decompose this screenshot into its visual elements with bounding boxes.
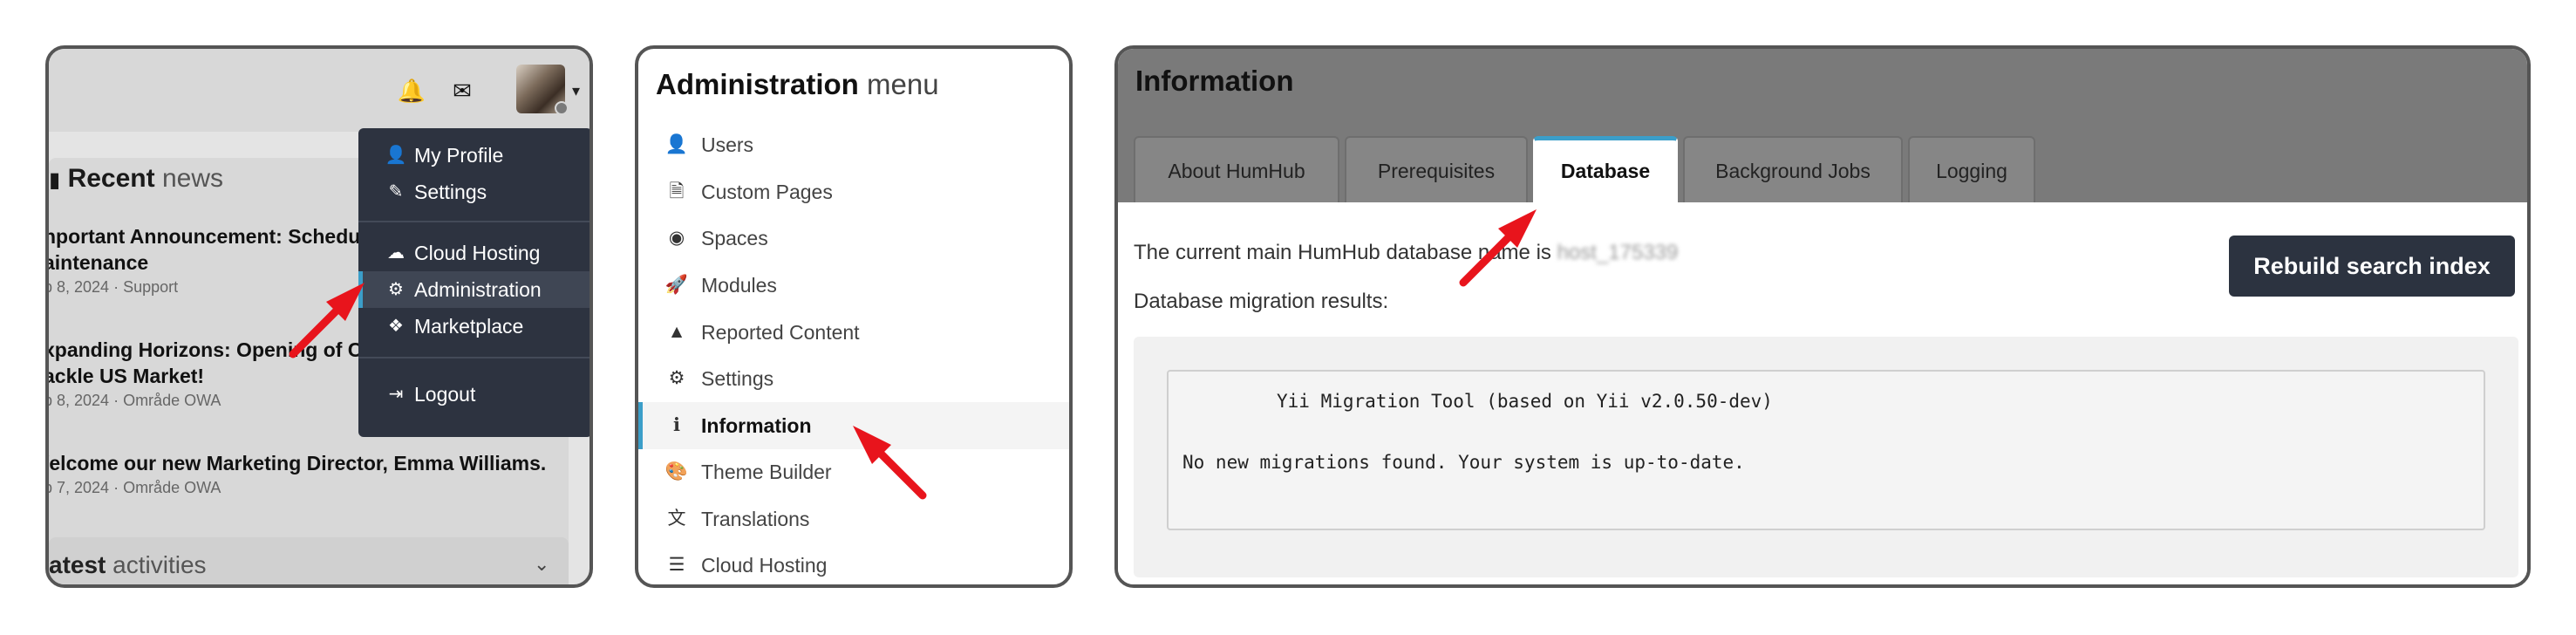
menu-item-administration[interactable]: ⚙ Administration [358, 271, 589, 308]
menu-divider [358, 221, 589, 222]
top-navbar: 🔔 ✉ ▾ [49, 49, 589, 132]
user-icon: 👤 [664, 134, 689, 154]
activities-title: atest activities [49, 551, 207, 578]
console-line: No new migrations found. Your system is … [1182, 452, 1745, 473]
caret-down-icon[interactable]: ▾ [572, 82, 580, 100]
migration-output: Yii Migration Tool (based on Yii v2.0.50… [1167, 370, 2485, 530]
cogs-icon: ⚙ [668, 368, 685, 388]
status-dot [555, 101, 569, 115]
bell-icon[interactable]: 🔔 [394, 73, 429, 108]
admin-menu-title: Administration menu [656, 68, 939, 100]
tab-prerequisites[interactable]: Prerequisites [1345, 136, 1528, 202]
user-icon: 👤 [385, 146, 407, 165]
dot-circle-icon: ◉ [668, 228, 685, 248]
server-icon: ☰ [668, 555, 685, 575]
database-name-value: host_175339 [1557, 241, 1679, 264]
admin-menu-panel: Administration menu 👤 Users 🗎 Custom Pag… [635, 45, 1073, 588]
menu-item-my-profile[interactable]: 👤 My Profile [358, 137, 589, 174]
warning-icon: ▲ [667, 322, 686, 342]
tab-database[interactable]: Database [1533, 136, 1678, 202]
cogs-icon: ⚙ [388, 280, 404, 299]
admin-menu-item-users[interactable]: 👤 Users [638, 121, 1069, 168]
dashboard-panel: 🔔 ✉ ▾ ▮ Recent news nportant Announcemen… [45, 45, 593, 588]
cubes-icon: ❖ [388, 317, 404, 336]
tab-about-humhub[interactable]: About HumHub [1134, 136, 1339, 202]
admin-menu-item-cloud-hosting[interactable]: ☰ Cloud Hosting [638, 542, 1069, 584]
envelope-icon[interactable]: ✉ [445, 73, 480, 108]
page-title: Information [1135, 65, 1294, 97]
migration-results-label: Database migration results: [1134, 290, 1389, 313]
admin-menu-item-translations[interactable]: 文 Translations [638, 495, 1069, 543]
language-icon: 文 [667, 509, 686, 529]
admin-menu-item-theme-builder[interactable]: 🎨 Theme Builder [638, 448, 1069, 495]
tab-logging[interactable]: Logging [1908, 136, 2035, 202]
menu-item-settings[interactable]: ✎ Settings [358, 174, 589, 210]
information-panel: Information About HumHub Prerequisites D… [1114, 45, 2531, 588]
admin-menu-item-settings[interactable]: ⚙ Settings [638, 355, 1069, 402]
file-icon: 🗎 [669, 181, 685, 201]
admin-menu-item-custom-pages[interactable]: 🗎 Custom Pages [638, 168, 1069, 215]
menu-item-cloud-hosting[interactable]: ☁ Cloud Hosting [358, 235, 589, 271]
admin-menu-item-reported-content[interactable]: ▲ Reported Content [638, 309, 1069, 356]
user-dropdown-menu: 👤 My Profile ✎ Settings ☁ Cloud Hosting … [358, 128, 589, 437]
rebuild-search-index-button[interactable]: Rebuild search index [2229, 236, 2515, 297]
news-item[interactable]: /elcome our new Marketing Director, Emma… [49, 450, 567, 499]
admin-menu-item-modules[interactable]: 🚀 Modules [638, 262, 1069, 309]
menu-item-logout[interactable]: ⇥ Logout [358, 376, 589, 413]
news-title: ▮ Recent news [49, 164, 223, 193]
tab-background-jobs[interactable]: Background Jobs [1683, 136, 1903, 202]
info-circle-icon: ℹ [673, 415, 680, 435]
cloud-icon: ☁ [387, 243, 405, 263]
database-name-line: The current main HumHub database name is… [1134, 241, 1679, 264]
menu-item-marketplace[interactable]: ❖ Marketplace [358, 308, 589, 345]
admin-menu-item-spaces[interactable]: ◉ Spaces [638, 215, 1069, 262]
information-body: The current main HumHub database name is… [1118, 202, 2527, 584]
information-header: Information About HumHub Prerequisites D… [1118, 49, 2527, 202]
news-title-icon: ▮ [49, 168, 61, 192]
migration-output-wrapper: Yii Migration Tool (based on Yii v2.0.50… [1134, 337, 2518, 577]
console-line: Yii Migration Tool (based on Yii v2.0.50… [1277, 391, 1773, 412]
rocket-icon: 🚀 [664, 275, 689, 295]
pencil-icon: ✎ [388, 182, 404, 201]
palette-icon: 🎨 [664, 461, 689, 481]
sign-out-icon: ⇥ [388, 385, 404, 404]
menu-divider [358, 357, 589, 358]
chevron-down-icon[interactable]: ⌄ [534, 553, 549, 576]
admin-menu-item-information[interactable]: ℹ Information [638, 402, 1069, 449]
